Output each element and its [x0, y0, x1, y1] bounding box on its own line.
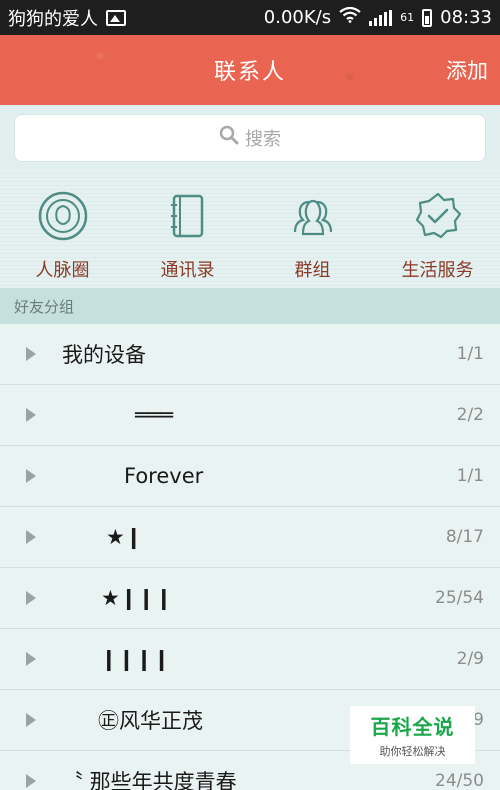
- app-header: 联系人 添加: [0, 35, 500, 105]
- group-icon: [287, 190, 339, 246]
- group-row[interactable]: 我的设备 1/1: [0, 324, 500, 385]
- section-title: 好友分组: [14, 297, 75, 316]
- group-name: ★❙❙❙: [101, 586, 173, 610]
- group-row[interactable]: ★❙ 8/17: [0, 507, 500, 568]
- expand-arrow-icon: [26, 652, 36, 666]
- status-time: 08:33: [440, 7, 492, 28]
- search-input[interactable]: 搜索: [14, 113, 486, 162]
- group-row[interactable]: ═══ 2/2: [0, 385, 500, 446]
- expand-arrow-icon: [26, 469, 36, 483]
- group-count: 2/2: [456, 405, 484, 425]
- network-speed: 0.00K/s: [263, 7, 332, 28]
- section-header: 好友分组: [0, 288, 500, 324]
- group-count: 25/54: [435, 588, 484, 608]
- add-button[interactable]: 添加: [446, 55, 488, 85]
- watermark-title: 百科全说: [370, 715, 455, 739]
- watermark-logo: 百科全说 助你轻松解决: [350, 706, 475, 764]
- expand-arrow-icon: [26, 713, 36, 727]
- shortcut-bar: 人脉圈 通讯录 群组 生活服务: [0, 170, 500, 288]
- battery-icon: [422, 8, 433, 27]
- gallery-icon: [106, 9, 126, 26]
- shortcut-label: 通讯录: [160, 260, 215, 281]
- group-name: ㊣风华正茂: [98, 709, 203, 733]
- group-name: 我的设备: [62, 343, 146, 367]
- wifi-icon: [339, 6, 361, 28]
- search-icon: [219, 125, 239, 150]
- group-name: Forever: [124, 464, 204, 488]
- group-count: 24/50: [435, 771, 484, 790]
- expand-arrow-icon: [26, 591, 36, 605]
- search-area: 搜索: [0, 105, 500, 170]
- shortcut-label: 生活服务: [401, 260, 474, 281]
- signal-icon: [369, 9, 393, 26]
- shortcut-address-book[interactable]: 通讯录: [125, 170, 250, 288]
- status-app-name: 狗狗的爱人: [8, 8, 98, 30]
- group-row[interactable]: ❙❙❙❙ 2/9: [0, 629, 500, 690]
- status-bar: 狗狗的爱人 0.00K/s 61 08:33: [0, 0, 500, 35]
- page-title: 联系人: [213, 60, 286, 85]
- group-count: 1/1: [456, 466, 484, 486]
- group-name: ★❙: [106, 525, 143, 549]
- group-count: 2/9: [456, 649, 484, 669]
- group-row[interactable]: Forever 1/1: [0, 446, 500, 507]
- watermark-subtitle: 助你轻松解决: [379, 745, 446, 758]
- group-count: 8/17: [445, 527, 484, 547]
- group-count: 1/1: [456, 344, 484, 364]
- battery-level: 61: [400, 11, 415, 24]
- expand-arrow-icon: [26, 347, 36, 361]
- shortcut-label: 人脉圈: [35, 260, 90, 281]
- shortcut-life-services[interactable]: 生活服务: [375, 170, 500, 288]
- group-name: ❙❙❙❙: [100, 647, 171, 671]
- status-left: 狗狗的爱人: [8, 5, 126, 31]
- address-book-icon: [162, 190, 214, 246]
- shortcut-network-circle[interactable]: 人脉圈: [0, 170, 125, 288]
- person-circle-icon: [37, 190, 89, 246]
- expand-arrow-icon: [26, 530, 36, 544]
- shortcut-groups[interactable]: 群组: [250, 170, 375, 288]
- group-row[interactable]: ★❙❙❙ 25/54: [0, 568, 500, 629]
- group-name: 〝 那些年共度青春: [62, 770, 237, 790]
- expand-arrow-icon: [26, 408, 36, 422]
- expand-arrow-icon: [26, 774, 36, 788]
- shortcut-label: 群组: [294, 260, 331, 281]
- badge-check-icon: [412, 190, 464, 246]
- group-name: ═══: [135, 403, 173, 427]
- status-right: 0.00K/s 61 08:33: [263, 6, 492, 28]
- search-placeholder: 搜索: [245, 128, 281, 150]
